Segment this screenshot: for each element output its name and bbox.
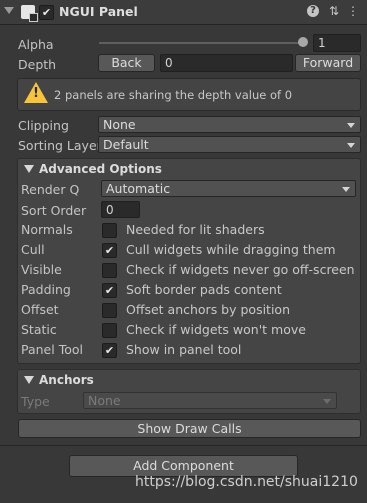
option-label-cull: Cull: [21, 242, 45, 257]
anchors-fold-icon[interactable]: [24, 376, 34, 384]
anchors-type-label: Type: [21, 394, 50, 409]
watermark-text: https://blog.csdn.net/shuai1210: [135, 474, 358, 490]
padding-checkbox[interactable]: ✔: [102, 283, 117, 298]
clipping-dropdown[interactable]: None: [98, 116, 361, 133]
option-desc-padding: Soft border pads content: [126, 282, 282, 297]
preset-icon[interactable]: ⇅: [327, 4, 341, 18]
clipping-label: Clipping: [18, 118, 69, 133]
sort-order-label: Sort Order: [21, 203, 87, 218]
warning-text: 2 panels are sharing the depth value of …: [54, 88, 293, 102]
offset-checkbox[interactable]: [102, 303, 117, 318]
option-desc-visible: Check if widgets never go off-screen: [126, 262, 355, 277]
render-q-label: Render Q: [21, 182, 80, 197]
render-q-value: Automatic: [106, 181, 171, 196]
alpha-label: Alpha: [18, 37, 54, 52]
option-desc-static: Check if widgets won't move: [126, 322, 306, 337]
option-label-static: Static: [21, 322, 57, 337]
component-enabled-checkbox[interactable]: ✔: [39, 5, 54, 20]
option-label-normals: Normals: [21, 222, 73, 237]
option-label-visible: Visible: [21, 262, 62, 277]
component-title: NGUI Panel: [59, 4, 138, 19]
chevron-down-icon: [342, 187, 350, 192]
depth-forward-button[interactable]: Forward: [295, 54, 361, 72]
sorting-layer-label: Sorting Layer: [18, 138, 102, 153]
show-draw-calls-button[interactable]: Show Draw Calls: [18, 419, 361, 438]
clipping-value: None: [103, 117, 136, 132]
chevron-down-icon: [347, 123, 355, 128]
alpha-slider-thumb[interactable]: [298, 37, 308, 47]
depth-value-field[interactable]: 0: [160, 54, 293, 72]
option-desc-panel-tool: Show in panel tool: [126, 342, 242, 357]
option-desc-offset: Offset anchors by position: [126, 302, 290, 317]
static-checkbox[interactable]: [102, 323, 117, 338]
sorting-layer-value: Default: [103, 137, 149, 152]
visible-checkbox[interactable]: [102, 263, 117, 278]
depth-label: Depth: [18, 57, 57, 72]
inspector-separator: [0, 445, 367, 446]
chevron-down-icon: [323, 399, 331, 404]
chevron-down-icon: [347, 143, 355, 148]
render-q-dropdown[interactable]: Automatic: [101, 180, 356, 197]
option-label-padding: Padding: [21, 282, 71, 297]
help-icon[interactable]: ?: [307, 5, 319, 17]
alpha-value-field[interactable]: 1: [313, 34, 361, 52]
anchors-type-value: None: [88, 393, 121, 408]
cull-checkbox[interactable]: ✔: [102, 243, 117, 258]
anchors-type-dropdown[interactable]: None: [83, 392, 337, 409]
depth-back-button[interactable]: Back: [98, 54, 155, 72]
script-component-icon: [21, 5, 38, 22]
sort-order-field[interactable]: 0: [101, 201, 140, 218]
advanced-options-header[interactable]: Advanced Options: [39, 162, 162, 176]
panel-tool-checkbox[interactable]: ✔: [102, 343, 117, 358]
anchors-header[interactable]: Anchors: [39, 373, 94, 387]
option-label-offset: Offset: [21, 302, 59, 317]
foldout-arrow-icon[interactable]: [4, 7, 14, 14]
more-options-icon[interactable]: ⋮: [346, 4, 360, 18]
option-label-panel-tool: Panel Tool: [21, 342, 83, 357]
option-desc-cull: Cull widgets while dragging them: [126, 242, 336, 257]
normals-checkbox[interactable]: [102, 223, 117, 238]
advanced-options-fold-icon[interactable]: [24, 165, 34, 173]
warning-icon-mark: !: [33, 86, 39, 101]
option-desc-normals: Needed for lit shaders: [126, 222, 265, 237]
sorting-layer-dropdown[interactable]: Default: [98, 136, 361, 153]
alpha-slider-track[interactable]: [99, 42, 304, 44]
